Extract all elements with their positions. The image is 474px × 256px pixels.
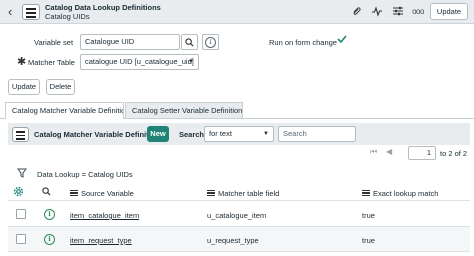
personalize-list-gear-icon[interactable] [13, 186, 24, 199]
tab-matcher-variable-definitions[interactable]: Catalog Matcher Variable Definitio... [5, 102, 124, 119]
form-title: Catalog Data Lookup Definitions [45, 3, 161, 12]
more-options-icon[interactable]: ooo [410, 5, 426, 19]
breadcrumb[interactable]: Data Lookup = Catalog UIDs [37, 170, 133, 179]
run-on-form-change-checkbox[interactable] [336, 33, 348, 45]
row-select-checkbox[interactable] [16, 209, 26, 219]
list-title: Catalog Matcher Variable Definitions [34, 130, 165, 139]
column-label: Exact lookup match [373, 189, 439, 198]
source-variable-link[interactable]: item_request_type [70, 236, 132, 245]
tab-setter-variable-definitions[interactable]: Catalog Setter Variable Definitions... [125, 102, 243, 119]
variable-set-info-button[interactable]: i [202, 34, 219, 50]
matcher-table-label: Matcher Table [28, 58, 75, 67]
activity-icon[interactable] [370, 5, 384, 19]
source-variable-link[interactable]: item_catalogue_item [70, 211, 139, 220]
column-label: Matcher table field [218, 189, 280, 198]
exact-match-cell: true [362, 211, 375, 220]
column-header-exact-lookup-match[interactable]: Exact lookup match [362, 189, 438, 198]
list-search-input[interactable]: Search [278, 126, 356, 142]
filter-icon[interactable] [17, 168, 27, 180]
matcher-table-value: catalogue UID [u_catalogue_uid] [85, 57, 194, 66]
run-on-form-change-label: Run on form change [269, 38, 337, 47]
search-field-value: for text [209, 129, 232, 138]
search-field-select[interactable]: for text ▼ [204, 126, 274, 142]
row-select-checkbox[interactable] [16, 234, 26, 244]
column-menu-icon [362, 190, 370, 196]
form-subtitle: Catalog UIDs [45, 12, 90, 21]
variable-set-lookup-button[interactable] [181, 34, 198, 50]
variable-set-field[interactable]: Catalogue UID [80, 34, 180, 50]
column-menu-icon [207, 190, 215, 196]
column-header-matcher-table-field[interactable]: Matcher table field [207, 189, 279, 198]
matcher-table-select[interactable]: catalogue UID [u_catalogue_uid] ▼ [80, 54, 199, 70]
info-icon: i [205, 37, 216, 48]
new-button[interactable]: New [147, 126, 169, 142]
checkmark-icon [337, 35, 347, 44]
column-header-source-variable[interactable]: Source Variable [70, 189, 134, 198]
search-columns-icon[interactable] [42, 187, 51, 198]
record-preview-info-icon[interactable]: i [44, 209, 55, 220]
mandatory-asterisk-icon: ✱ [17, 56, 27, 68]
dropdown-arrow-icon: ▼ [263, 131, 269, 137]
column-label: Source Variable [81, 189, 134, 198]
chevron-left-icon: ‹ [8, 4, 13, 19]
search-placeholder: Search [283, 129, 307, 138]
hamburger-menu-button[interactable] [22, 4, 40, 20]
delete-button[interactable]: Delete [46, 79, 75, 95]
search-icon [185, 38, 194, 47]
back-button[interactable]: ‹ [6, 4, 20, 20]
settings-sliders-icon[interactable] [391, 5, 405, 19]
previous-page-icon[interactable]: ◀ [386, 147, 392, 156]
hamburger-icon [16, 131, 25, 140]
matcher-field-cell: u_request_type [207, 236, 259, 245]
attachment-icon[interactable] [350, 5, 364, 19]
matcher-field-cell: u_catalogue_item [207, 211, 267, 220]
dropdown-arrow-icon: ▼ [188, 59, 194, 65]
column-menu-icon [70, 190, 78, 196]
record-preview-info-icon[interactable]: i [44, 234, 55, 245]
search-label: Search [179, 130, 205, 139]
list-menu-button[interactable] [12, 127, 29, 142]
variable-set-label: Variable set [34, 38, 74, 47]
page-number-input[interactable]: 1 [408, 146, 436, 160]
page-range-text: to 2 of 2 [440, 149, 468, 158]
update-button-header[interactable]: Update [430, 3, 468, 20]
update-button[interactable]: Update [8, 79, 40, 95]
hamburger-icon [26, 8, 36, 18]
exact-match-cell: true [362, 236, 375, 245]
first-page-icon[interactable]: ⏮ [370, 147, 377, 157]
